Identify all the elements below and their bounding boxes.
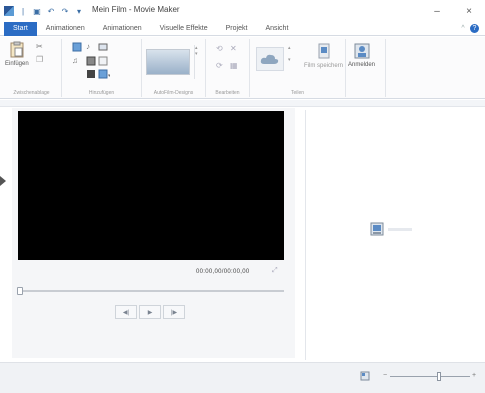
main-divider bbox=[0, 100, 485, 107]
redo-icon[interactable]: ↷ bbox=[60, 6, 70, 16]
app-icon[interactable] bbox=[4, 6, 14, 16]
zoom-in-icon[interactable]: + bbox=[472, 372, 476, 379]
zoom-slider-track[interactable] bbox=[390, 376, 470, 377]
seek-bar[interactable] bbox=[18, 290, 284, 292]
window-title: Mein Film - Movie Maker bbox=[92, 5, 180, 14]
tab-projekt[interactable]: Projekt bbox=[217, 22, 257, 36]
window-controls: – × bbox=[421, 0, 485, 22]
paste-icon bbox=[10, 41, 24, 58]
close-button[interactable]: × bbox=[453, 0, 485, 22]
zoom-slider-thumb[interactable] bbox=[437, 372, 441, 381]
add-videos-icon[interactable] bbox=[72, 42, 82, 52]
ribbon: Einfügen ✂ ❐ Zwischenablage ♪ ♫ ▾ Hinzuf… bbox=[0, 37, 485, 99]
help-icon[interactable]: ? bbox=[470, 24, 479, 33]
svg-text:▾: ▾ bbox=[108, 73, 110, 79]
select-all-icon[interactable]: ▦ bbox=[230, 61, 239, 70]
copy-icon[interactable]: ❐ bbox=[36, 55, 45, 64]
title-icon[interactable] bbox=[98, 56, 108, 66]
autofilm-scroll[interactable]: ▴ ▾ bbox=[194, 45, 200, 79]
paste-button[interactable]: Einfügen bbox=[5, 41, 29, 67]
undo-icon[interactable]: ↶ bbox=[46, 6, 56, 16]
group-share: ▴ ▾ Film speichern Teilen bbox=[250, 39, 346, 97]
save-movie-button[interactable]: Film speichern bbox=[304, 43, 343, 69]
separator-icon: | bbox=[21, 6, 25, 16]
minimize-button[interactable]: – bbox=[421, 0, 453, 22]
storyboard-hint-text bbox=[388, 228, 412, 231]
credits-icon[interactable]: ▾ bbox=[98, 69, 111, 79]
onedrive-share-button[interactable] bbox=[256, 47, 284, 71]
seek-thumb[interactable] bbox=[17, 287, 23, 295]
qat-dropdown-icon[interactable]: ▾ bbox=[74, 6, 84, 16]
delete-icon[interactable]: ✕ bbox=[230, 44, 239, 53]
signin-button[interactable]: Anmelden bbox=[348, 42, 375, 68]
share-scroll[interactable]: ▴ ▾ bbox=[288, 45, 294, 79]
storyboard-panel[interactable] bbox=[305, 110, 477, 360]
tab-animationen[interactable]: Animationen bbox=[37, 22, 94, 36]
film-save-icon bbox=[318, 43, 329, 59]
autofilm-theme-thumbnail[interactable] bbox=[146, 49, 190, 75]
group-clipboard: Einfügen ✂ ❐ Zwischenablage bbox=[2, 39, 62, 97]
video-preview[interactable] bbox=[18, 111, 284, 260]
ribbon-minimize-icon[interactable]: ^ bbox=[456, 23, 470, 35]
group-signin: Anmelden bbox=[346, 39, 386, 97]
caption-icon[interactable] bbox=[86, 69, 95, 78]
ribbon-tabs: Start Animationen Animationen Visuelle E… bbox=[0, 21, 485, 36]
snapshot-icon[interactable] bbox=[86, 56, 96, 66]
cloud-icon bbox=[260, 54, 279, 64]
tab-ansicht[interactable]: Ansicht bbox=[256, 22, 297, 36]
group-edit: ⟲ ✕ ⟳ ▦ Bearbeiten bbox=[206, 39, 250, 97]
playback-controls: ◀| ▶ |▶ bbox=[115, 305, 185, 319]
timecode: 00:00,00/00:00,00 bbox=[196, 269, 250, 275]
left-arrow-icon bbox=[0, 176, 6, 186]
rotate-left-icon[interactable]: ⟲ bbox=[216, 44, 225, 53]
group-autofilm: ▴ ▾ AutoFilm-Designs bbox=[142, 39, 206, 97]
play-button[interactable]: ▶ bbox=[139, 305, 161, 319]
quick-access-toolbar: | ▣ ↶ ↷ ▾ bbox=[0, 6, 84, 16]
group-add: ♪ ♫ ▾ Hinzufügen bbox=[62, 39, 142, 97]
tab-visuelle-effekte[interactable]: Visuelle Effekte bbox=[151, 22, 217, 36]
tab-animationen-2[interactable]: Animationen bbox=[94, 22, 151, 36]
fullscreen-icon[interactable]: ⤢ bbox=[272, 267, 281, 276]
user-icon bbox=[354, 43, 370, 59]
thumbnail-size-icon[interactable] bbox=[360, 371, 370, 381]
add-music-icon[interactable]: ♪ bbox=[86, 42, 95, 51]
next-frame-button[interactable]: |▶ bbox=[163, 305, 185, 319]
webcam-icon[interactable] bbox=[98, 42, 108, 51]
rotate-right-icon[interactable]: ⟳ bbox=[216, 61, 225, 70]
narration-icon[interactable]: ♫ bbox=[72, 56, 81, 65]
previous-frame-button[interactable]: ◀| bbox=[115, 305, 137, 319]
tab-start[interactable]: Start bbox=[4, 21, 37, 36]
cut-icon[interactable]: ✂ bbox=[36, 42, 45, 51]
status-bar bbox=[0, 362, 485, 393]
title-bar: | ▣ ↶ ↷ ▾ Mein Film - Movie Maker – × bbox=[0, 0, 485, 22]
save-icon[interactable]: ▣ bbox=[32, 6, 42, 16]
zoom-out-icon[interactable]: − bbox=[383, 372, 387, 379]
add-media-icon[interactable] bbox=[370, 222, 384, 236]
